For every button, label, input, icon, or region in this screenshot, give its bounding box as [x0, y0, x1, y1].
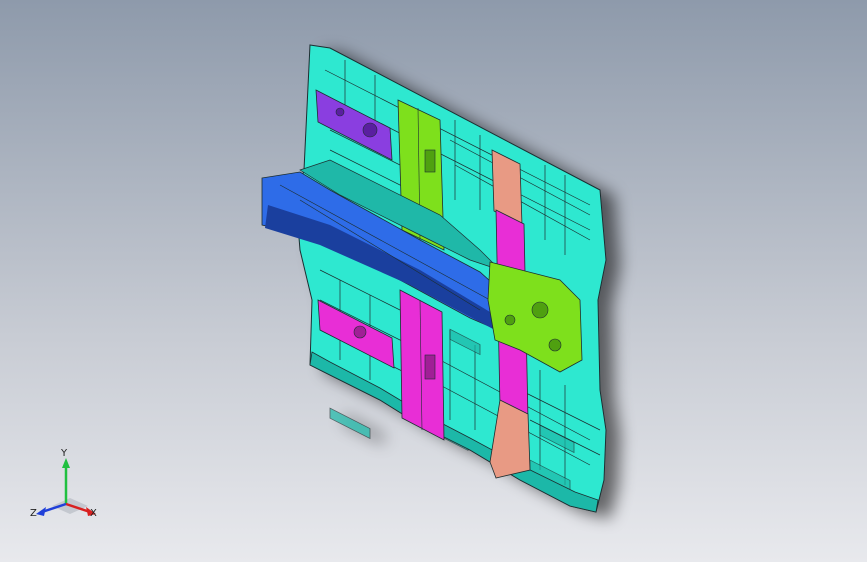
bracket-hole — [548, 338, 562, 352]
magenta-cross-member-left[interactable] — [399, 289, 445, 441]
z-axis-arrowhead — [36, 507, 46, 516]
cad-model-view[interactable] — [0, 0, 867, 562]
bracket-hole — [531, 301, 549, 319]
member-slot — [424, 354, 436, 380]
y-axis-label: Y — [60, 448, 68, 459]
bracket-hole — [362, 122, 378, 138]
member-slot — [424, 149, 436, 173]
bracket-hole — [504, 314, 516, 326]
orientation-triad[interactable]: Y X Z — [22, 446, 106, 526]
bracket-hole — [353, 325, 367, 339]
y-axis-arrowhead — [62, 458, 70, 468]
x-axis-label: X — [90, 508, 97, 519]
z-axis-label: Z — [30, 508, 37, 519]
graphics-viewport[interactable]: Y X Z — [0, 0, 867, 562]
bracket-hole — [335, 107, 345, 117]
